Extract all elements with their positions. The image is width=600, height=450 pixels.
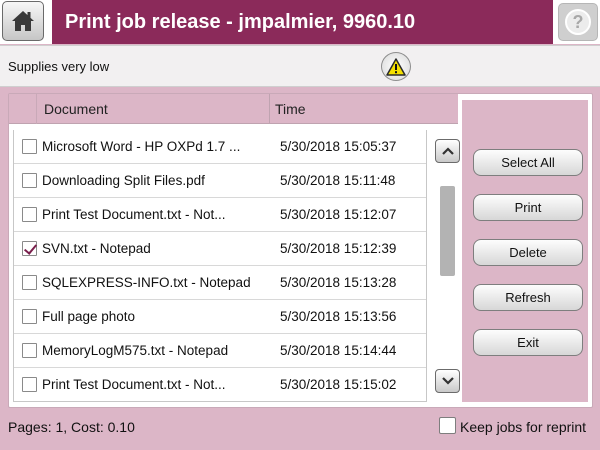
status-strip: Supplies very low — [0, 45, 600, 87]
job-rows: Microsoft Word - HP OXPd 1.7 ... 5/30/201… — [14, 130, 426, 401]
help-icon: ? — [565, 9, 591, 35]
scroll-thumb[interactable] — [440, 186, 455, 276]
table-row[interactable]: MemoryLogM575.txt - Notepad 5/30/2018 15:… — [14, 334, 426, 368]
table-row[interactable]: Print Test Document.txt - Not... 5/30/201… — [14, 368, 426, 401]
help-button[interactable]: ? — [558, 3, 598, 41]
document-time: 5/30/2018 15:05:37 — [280, 139, 397, 154]
table-row[interactable]: SQLEXPRESS-INFO.txt - Notepad 5/30/2018 1… — [14, 266, 426, 300]
document-name: Microsoft Word - HP OXPd 1.7 ... — [42, 139, 241, 154]
document-name: SVN.txt - Notepad — [42, 241, 151, 256]
header: Print job release - jmpalmier, 9960.10 ? — [0, 0, 600, 44]
keep-jobs-label[interactable]: Keep jobs for reprint — [460, 419, 586, 435]
row-checkbox[interactable] — [22, 139, 37, 154]
table-row[interactable]: Full page photo 5/30/2018 15:13:56 — [14, 300, 426, 334]
print-button[interactable]: Print — [473, 194, 583, 221]
document-name: MemoryLogM575.txt - Notepad — [42, 343, 229, 358]
document-name: Print Test Document.txt - Not... — [42, 207, 226, 222]
document-time: 5/30/2018 15:12:39 — [280, 241, 397, 256]
table-header: Document Time — [9, 94, 458, 124]
home-button[interactable] — [2, 1, 44, 41]
page-title: Print job release - jmpalmier, 9960.10 — [52, 0, 553, 44]
column-divider — [269, 94, 270, 124]
document-time: 5/30/2018 15:13:28 — [280, 275, 397, 290]
column-header-time[interactable]: Time — [275, 101, 306, 117]
table-row[interactable]: Microsoft Word - HP OXPd 1.7 ... 5/30/201… — [14, 130, 426, 164]
table-row[interactable]: SVN.txt - Notepad 5/30/2018 15:12:39 — [14, 232, 426, 266]
pages-cost-summary: Pages: 1, Cost: 0.10 — [8, 419, 135, 435]
document-name: Print Test Document.txt - Not... — [42, 377, 226, 392]
document-name: SQLEXPRESS-INFO.txt - Notepad — [42, 275, 251, 290]
table-row[interactable]: Downloading Split Files.pdf 5/30/2018 15:… — [14, 164, 426, 198]
document-time: 5/30/2018 15:14:44 — [280, 343, 397, 358]
scroll-track[interactable] — [440, 170, 455, 363]
warning-button[interactable] — [381, 52, 411, 81]
document-time: 5/30/2018 15:11:48 — [280, 173, 396, 188]
keep-jobs-checkbox[interactable] — [439, 417, 456, 434]
table-row[interactable]: Print Test Document.txt - Not... 5/30/201… — [14, 198, 426, 232]
row-checkbox[interactable] — [22, 343, 37, 358]
document-name: Full page photo — [42, 309, 136, 324]
column-header-document[interactable]: Document — [44, 101, 108, 117]
document-time: 5/30/2018 15:12:07 — [280, 207, 397, 222]
row-checkbox[interactable] — [22, 173, 37, 188]
select-all-button[interactable]: Select All — [473, 149, 583, 176]
row-checkbox[interactable] — [22, 275, 37, 290]
exit-button[interactable]: Exit — [473, 329, 583, 356]
action-column: Select All Print Delete Refresh Exit — [462, 100, 588, 402]
document-name: Downloading Split Files.pdf — [42, 173, 205, 188]
row-checkbox[interactable] — [22, 241, 37, 256]
delete-button[interactable]: Delete — [473, 239, 583, 266]
chevron-down-icon — [441, 377, 454, 385]
row-checkbox[interactable] — [22, 377, 37, 392]
document-time: 5/30/2018 15:13:56 — [280, 309, 397, 324]
status-message: Supplies very low — [8, 59, 110, 74]
warning-icon — [386, 57, 406, 76]
row-checkbox[interactable] — [22, 309, 37, 324]
job-panel: Document Time Microsoft Word - HP OXPd 1… — [8, 93, 593, 408]
scroll-up-button[interactable] — [435, 139, 460, 163]
row-checkbox[interactable] — [22, 207, 37, 222]
header-check-cell — [9, 94, 37, 124]
job-list: Microsoft Word - HP OXPd 1.7 ... 5/30/201… — [13, 130, 427, 402]
chevron-up-icon — [441, 147, 454, 155]
scroll-down-button[interactable] — [435, 369, 460, 393]
document-time: 5/30/2018 15:15:02 — [280, 377, 397, 392]
refresh-button[interactable]: Refresh — [473, 284, 583, 311]
home-icon — [12, 11, 34, 31]
